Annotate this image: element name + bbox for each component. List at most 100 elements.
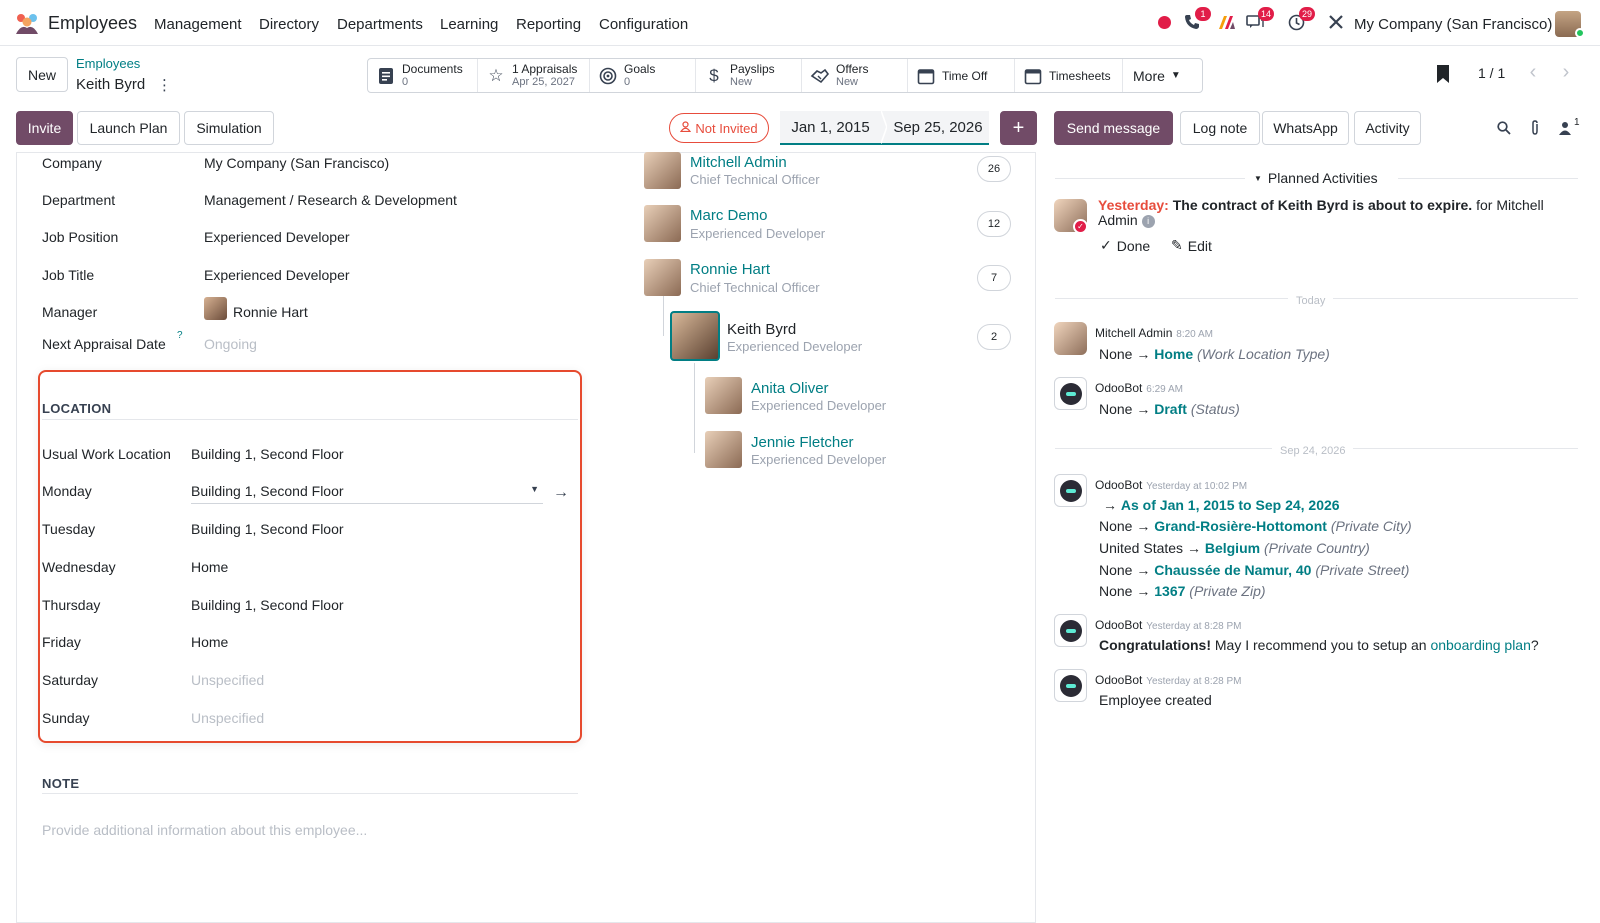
department-field[interactable]: Management / Research & Development (204, 192, 457, 208)
employees-app-logo[interactable] (14, 12, 40, 34)
org-name[interactable]: Mitchell Admin (690, 154, 787, 171)
date-end[interactable]: Sep 25, 2026 (887, 119, 989, 136)
add-version-button[interactable]: + (1000, 111, 1037, 145)
usual-work-location-label: Usual Work Location (42, 446, 171, 462)
menu-directory[interactable]: Directory (259, 16, 319, 33)
company-field[interactable]: My Company (San Francisco) (204, 155, 389, 171)
company-switcher[interactable]: My Company (San Francisco) (1354, 16, 1552, 33)
log-note-button[interactable]: Log note (1180, 111, 1260, 145)
wednesday-location-field[interactable]: Home (191, 559, 228, 575)
launch-plan-button[interactable]: Launch Plan (77, 111, 180, 145)
simulation-button[interactable]: Simulation (184, 111, 274, 145)
message-author[interactable]: OdooBot (1095, 618, 1142, 632)
documents-smart-button[interactable]: Documents 0 (368, 59, 478, 92)
org-name[interactable]: Jennie Fletcher (751, 434, 854, 451)
onboarding-plan-link[interactable]: onboarding plan (1430, 637, 1530, 653)
appraisals-smart-button[interactable]: ☆ 1 Appraisals Apr 25, 2027 (478, 59, 590, 92)
send-message-button[interactable]: Send message (1054, 111, 1173, 145)
date-separator: Sep 24, 2026 (1272, 441, 1354, 457)
org-name[interactable]: Anita Oliver (751, 380, 829, 397)
pager-value[interactable]: 1 / 1 (1478, 65, 1505, 81)
timesheets-smart-button[interactable]: Timesheets (1015, 59, 1123, 92)
messages-icon[interactable]: 14 (1245, 7, 1274, 32)
usual-work-location-field[interactable]: Building 1, Second Floor (191, 446, 344, 462)
org-subordinates-count[interactable]: 26 (977, 156, 1011, 182)
new-button[interactable]: New (16, 57, 68, 92)
message-author[interactable]: OdooBot (1095, 381, 1142, 395)
goals-label: Goals (624, 61, 656, 76)
menu-reporting[interactable]: Reporting (516, 16, 581, 33)
sunday-location-field[interactable]: Unspecified (191, 710, 264, 726)
breadcrumb-employees[interactable]: Employees (76, 56, 140, 71)
planned-activities-toggle[interactable]: ▼ Planned Activities (1254, 170, 1378, 186)
manager-field[interactable]: Ronnie Hart (233, 304, 308, 320)
tuesday-location-field[interactable]: Building 1, Second Floor (191, 521, 344, 537)
offers-smart-button[interactable]: Offers New (802, 59, 908, 92)
ai-icon[interactable] (1217, 12, 1237, 32)
org-avatar-mitchell-admin[interactable] (644, 152, 681, 189)
phone-icon[interactable]: 1 (1182, 7, 1211, 32)
help-tooltip-icon[interactable]: ? (177, 330, 183, 341)
paperclip-icon[interactable] (1526, 119, 1544, 137)
search-icon[interactable] (1495, 119, 1513, 137)
arrow-right-icon[interactable]: → (553, 484, 569, 502)
date-start[interactable]: Jan 1, 2015 (780, 119, 881, 136)
whatsapp-button[interactable]: WhatsApp (1262, 111, 1349, 145)
previous-record-icon[interactable]: ‹ (1518, 60, 1548, 84)
clock-icon[interactable]: 29 (1286, 7, 1315, 32)
tools-icon[interactable] (1326, 12, 1346, 32)
org-subordinates-count[interactable]: 7 (977, 265, 1011, 291)
menu-learning[interactable]: Learning (440, 16, 498, 33)
job-title-field[interactable]: Experienced Developer (204, 267, 350, 283)
goals-smart-button[interactable]: Goals 0 (590, 59, 696, 92)
wednesday-label: Wednesday (42, 559, 116, 575)
org-subordinates-count[interactable]: 2 (977, 324, 1011, 350)
job-position-field[interactable]: Experienced Developer (204, 229, 350, 245)
invite-button[interactable]: Invite (16, 111, 73, 145)
message-tracking-line: None → Draft (Status) (1099, 401, 1240, 417)
payslips-smart-button[interactable]: $ Payslips New (696, 59, 802, 92)
bookmark-icon[interactable] (1435, 64, 1451, 84)
next-appraisal-field[interactable]: Ongoing (204, 336, 257, 352)
timeoff-smart-button[interactable]: Time Off (908, 59, 1015, 92)
message-avatar-odoobot[interactable] (1054, 474, 1087, 507)
activities-badge: 29 (1298, 7, 1315, 21)
menu-departments[interactable]: Departments (337, 16, 423, 33)
activity-button[interactable]: Activity (1354, 111, 1421, 145)
message-author[interactable]: Mitchell Admin (1095, 326, 1172, 340)
org-avatar-marc-demo[interactable] (644, 205, 681, 242)
org-avatar-jennie-fletcher[interactable] (705, 431, 742, 468)
record-icon[interactable] (1154, 12, 1174, 32)
monday-location-select[interactable]: Building 1, Second Floor ▼ (191, 478, 543, 504)
version-date-range[interactable]: Jan 1, 2015 Sep 25, 2026 (780, 110, 989, 145)
next-record-icon[interactable]: › (1551, 60, 1581, 84)
message-avatar-mitchell[interactable] (1054, 322, 1087, 355)
more-smart-button[interactable]: More ▼ (1123, 59, 1197, 92)
message-author[interactable]: OdooBot (1095, 673, 1142, 687)
mark-done-button[interactable]: ✓ Done (1100, 237, 1150, 254)
thursday-location-field[interactable]: Building 1, Second Floor (191, 597, 344, 613)
org-avatar-anita-oliver[interactable] (705, 377, 742, 414)
message-tracking-line: None → Home (Work Location Type) (1099, 346, 1330, 362)
message-author[interactable]: OdooBot (1095, 478, 1142, 492)
menu-configuration[interactable]: Configuration (599, 16, 688, 33)
actions-menu-icon[interactable]: ⋮ (157, 76, 172, 94)
message-avatar-odoobot[interactable] (1054, 614, 1087, 647)
note-section-title: NOTE (42, 776, 80, 791)
app-name[interactable]: Employees (48, 13, 137, 34)
note-textarea[interactable]: Provide additional information about thi… (42, 822, 367, 838)
org-name[interactable]: Ronnie Hart (690, 261, 770, 278)
timeoff-label: Time Off (942, 68, 988, 83)
org-name[interactable]: Marc Demo (690, 207, 768, 224)
org-avatar-ronnie-hart[interactable] (644, 259, 681, 296)
menu-management[interactable]: Management (154, 16, 242, 33)
edit-activity-button[interactable]: ✎ Edit (1171, 237, 1212, 254)
org-subordinates-count[interactable]: 12 (977, 211, 1011, 237)
message-avatar-odoobot[interactable] (1054, 669, 1087, 702)
friday-location-field[interactable]: Home (191, 634, 228, 650)
info-icon[interactable]: i (1141, 214, 1155, 228)
followers-icon[interactable] (1556, 119, 1574, 137)
arrow-icon: → (1186, 540, 1201, 556)
saturday-location-field[interactable]: Unspecified (191, 672, 264, 688)
message-avatar-odoobot[interactable] (1054, 377, 1087, 410)
